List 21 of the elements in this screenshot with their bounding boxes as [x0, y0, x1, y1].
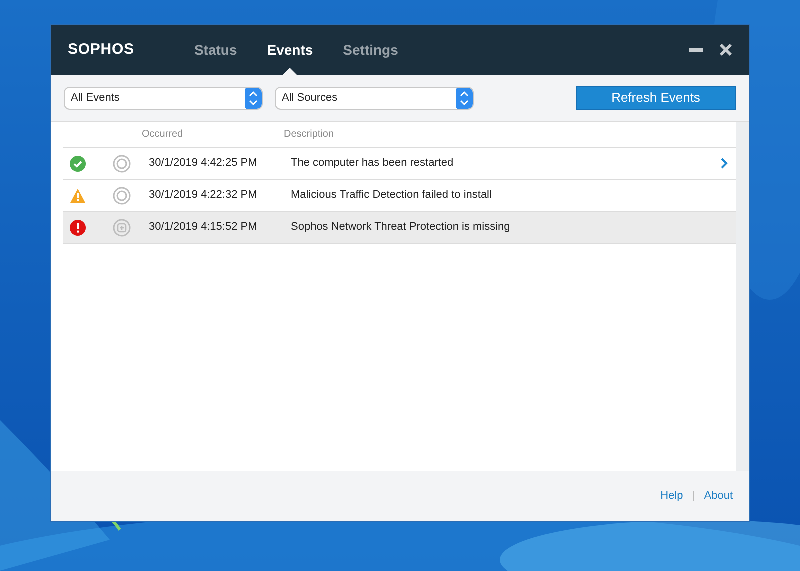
table-cell-text: 30/1/2019 4:15:52 PM: [149, 220, 258, 236]
refresh-events-button[interactable]: Refresh Events: [576, 86, 736, 110]
table-cell-text: The computer has been restarted: [291, 156, 455, 172]
app-logo: SOPHOS: [68, 40, 134, 60]
stepper-icon: [245, 88, 262, 108]
chevron-right-icon[interactable]: [721, 158, 728, 169]
filter-dropdown[interactable]: All Sources: [275, 86, 474, 110]
footer-link[interactable]: Help: [660, 488, 684, 504]
tab[interactable]: Status: [194, 25, 238, 75]
stepper-icon: [456, 88, 473, 108]
column-header: Description: [284, 128, 334, 142]
tab[interactable]: Settings: [343, 25, 398, 75]
table-cell-text: 30/1/2019 4:42:25 PM: [149, 156, 258, 172]
footer-link[interactable]: About: [704, 488, 733, 504]
column-header: Occurred: [142, 128, 184, 142]
table-cell-text: Malicious Traffic Detection failed to install: [291, 188, 493, 204]
close-icon[interactable]: [719, 43, 733, 57]
event-row[interactable]: 30/1/2019 4:15:52 PM Sophos Network Threat Protection is missing: [63, 212, 736, 244]
table-cell-text: 30/1/2019 4:22:32 PM: [149, 188, 258, 204]
table-cell-text: Sophos Network Threat Protection is missing: [291, 220, 512, 236]
filter-dropdown[interactable]: All Events: [64, 86, 263, 110]
